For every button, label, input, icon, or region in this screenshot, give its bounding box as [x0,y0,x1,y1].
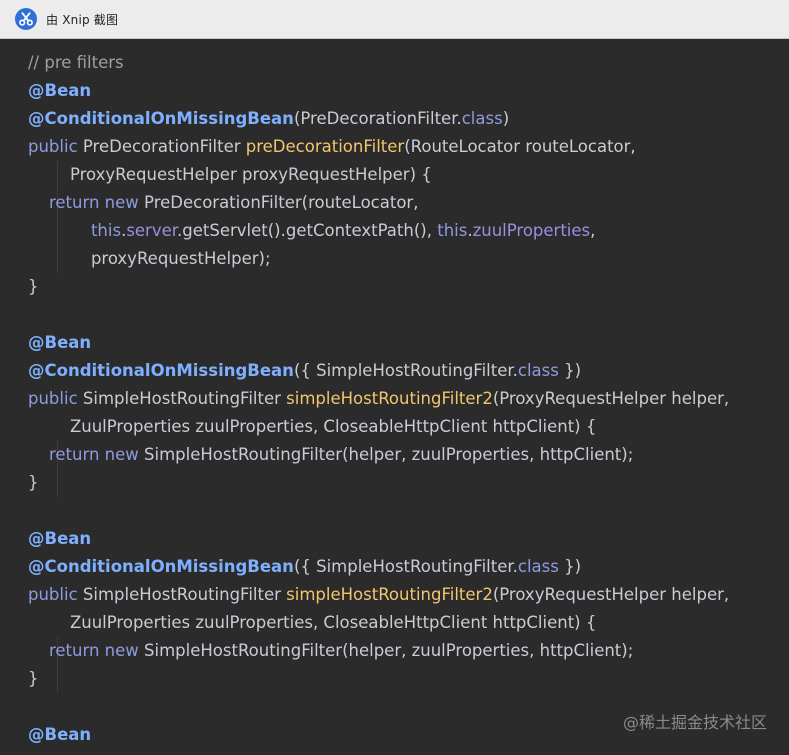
code-line: this.server.getServlet().getContextPath(… [28,217,729,245]
code-token: class [461,109,503,128]
code-token: class [517,557,559,576]
watermark-text: @稀土掘金技术社区 [622,713,767,732]
code-token: PreDecorationFilter [82,137,246,156]
xnip-scissors-icon [14,7,38,31]
code-line: } [28,469,729,497]
code-line: return new SimpleHostRoutingFilter(helpe… [28,637,729,665]
code-token: } [28,473,39,492]
code-line: // pre filters [28,49,729,77]
code-line: public SimpleHostRoutingFilter simpleHos… [28,581,729,609]
code-editor: // pre filters @Bean @ConditionalOnMissing… [0,39,789,755]
code-token: server [126,221,178,240]
code-line: ProxyRequestHelper proxyRequestHelper) { [28,161,729,189]
code-token: simpleHostRoutingFilter2 [286,389,493,408]
code-token: simpleHostRoutingFilter2 [286,585,493,604]
code-line: @Bean [28,329,729,357]
code-token: this [437,221,468,240]
code-token: (PreDecorationFilter. [293,109,462,128]
code-line: proxyRequestHelper); [28,245,729,273]
title-bar: 由 Xnip 截图 [0,0,789,39]
code-line: @ConditionalOnMissingBean(PreDecorationF… [28,105,729,133]
code-token: ZuulProperties zuulProperties, Closeable… [28,417,597,436]
code-token: }) [558,557,582,576]
code-token: return new [48,445,145,464]
code-line: @Bean [28,525,729,553]
code-token: preDecorationFilter [245,137,405,156]
code-line: ZuulProperties zuulProperties, Closeable… [28,609,729,637]
code-token: public [28,585,83,604]
code-token: return new [48,641,145,660]
code-token: SimpleHostRoutingFilter(helper, zuulProp… [144,445,634,464]
code-token: @ConditionalOnMissingBean [28,361,294,380]
code-token: (ProxyRequestHelper helper, [492,389,730,408]
code-line: ZuulProperties zuulProperties, Closeable… [28,413,729,441]
code-token: ({ SimpleHostRoutingFilter. [293,361,518,380]
code-token: @ConditionalOnMissingBean [28,109,294,128]
code-token: class [517,361,559,380]
code-token: @Bean [28,725,92,744]
code-token: ) [502,109,510,128]
code-token: zuulProperties [472,221,591,240]
code-token: SimpleHostRoutingFilter(helper, zuulProp… [144,641,634,660]
code-token: } [28,277,39,296]
code-token: @ConditionalOnMissingBean [28,557,294,576]
code-line: @ConditionalOnMissingBean({ SimpleHostRo… [28,357,729,385]
code-token: public [28,389,83,408]
code-line: public PreDecorationFilter preDecoration… [28,133,729,161]
code-token: public [28,137,83,156]
code-token: ({ SimpleHostRoutingFilter. [293,557,518,576]
code-token: @Bean [28,529,92,548]
code-token: SimpleHostRoutingFilter [82,389,287,408]
screenshot-window: 由 Xnip 截图 // pre filters @Bean @Conditiona… [0,0,789,755]
code-token: }) [558,361,582,380]
code-token: proxyRequestHelper); [28,249,271,268]
code-line: return new PreDecorationFilter(routeLoca… [28,189,729,217]
code-token: @Bean [28,81,92,100]
code-token: .getServlet().getContextPath(), [177,221,438,240]
code-token: (ProxyRequestHelper helper, [492,585,730,604]
code-token: // pre filters [28,53,124,72]
code-line: @Bean [28,77,729,105]
code-token: return new [48,193,145,212]
code-line: @ConditionalOnMissingBean({ SimpleHostRo… [28,553,729,581]
code-token: ZuulProperties zuulProperties, Closeable… [28,613,597,632]
code-token: (RouteLocator routeLocator, [404,137,636,156]
code-line: } [28,665,729,693]
code-token: @Bean [28,333,92,352]
code-token: this [90,221,122,240]
code-line: } [28,273,729,301]
code-token: PreDecorationFilter(routeLocator, [144,193,419,212]
code-line: return new SimpleHostRoutingFilter(helpe… [28,441,729,469]
code-token: } [28,669,39,688]
window-title: 由 Xnip 截图 [46,12,119,27]
code-token: ProxyRequestHelper proxyRequestHelper) { [28,165,432,184]
code-token: SimpleHostRoutingFilter [82,585,287,604]
code-token: , [590,221,596,240]
code-block: // pre filters @Bean @ConditionalOnMissing… [28,49,729,749]
code-line: public SimpleHostRoutingFilter simpleHos… [28,385,729,413]
